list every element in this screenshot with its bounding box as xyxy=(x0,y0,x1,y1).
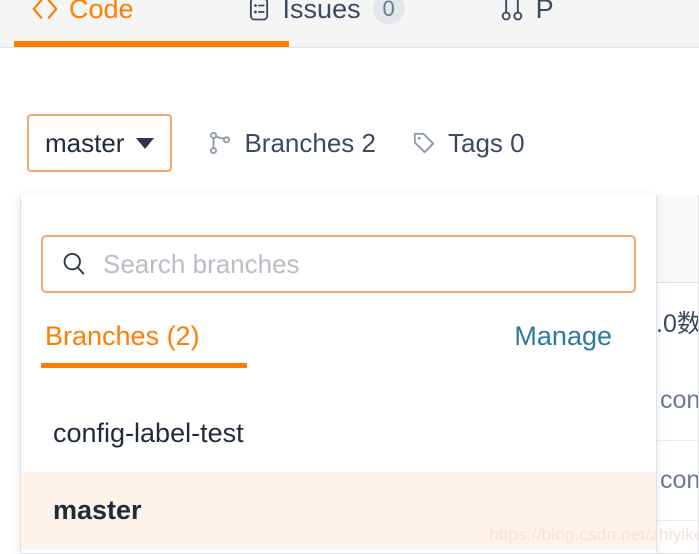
tab-code[interactable]: Code xyxy=(14,0,150,42)
issues-icon xyxy=(244,0,274,24)
branch-dropdown-panel: Branches (2) Manage config-label-test ma… xyxy=(20,195,657,554)
issues-count-badge: 0 xyxy=(372,0,405,24)
repository-tabbar: Code Issues 0 P xyxy=(0,0,699,48)
tab-code-label: Code xyxy=(69,0,134,24)
active-tab-underline xyxy=(14,41,289,47)
branch-toolbar: master Branches 2 Tags 0 xyxy=(0,105,699,181)
branch-list-item[interactable]: config-label-test xyxy=(21,395,656,472)
branches-link[interactable]: Branches 2 xyxy=(206,128,376,159)
tab-issues-label: Issues xyxy=(282,0,361,24)
search-branches-input[interactable] xyxy=(103,248,634,280)
chevron-down-icon xyxy=(136,137,155,149)
branch-list: config-label-test master xyxy=(21,395,656,549)
branch-selector-button[interactable]: master xyxy=(27,114,173,172)
tags-link[interactable]: Tags 0 xyxy=(410,128,525,159)
search-icon xyxy=(59,249,89,279)
tab-pull-requests-label: P xyxy=(535,0,554,24)
dropdown-tab-branches[interactable]: Branches (2) xyxy=(41,319,200,353)
pull-request-icon xyxy=(497,0,527,24)
branch-icon xyxy=(206,129,234,157)
tag-icon xyxy=(410,129,438,157)
tags-link-label: Tags 0 xyxy=(448,127,525,158)
manage-link[interactable]: Manage xyxy=(514,319,636,353)
branch-selector-label: master xyxy=(45,127,125,158)
tab-issues[interactable]: Issues 0 xyxy=(228,0,421,42)
dropdown-tab-row: Branches (2) Manage xyxy=(41,319,636,373)
search-branches-field[interactable] xyxy=(41,235,636,293)
branch-list-item[interactable]: master xyxy=(21,472,656,549)
tab-list: Code Issues 0 P xyxy=(14,0,570,42)
branches-link-label: Branches 2 xyxy=(244,127,376,158)
code-icon xyxy=(30,0,60,24)
tab-pull-requests[interactable]: P xyxy=(481,0,570,42)
repository-page: .0数 con con Code Issues 0 P master Branc… xyxy=(0,0,699,554)
dropdown-tab-underline xyxy=(41,363,247,368)
